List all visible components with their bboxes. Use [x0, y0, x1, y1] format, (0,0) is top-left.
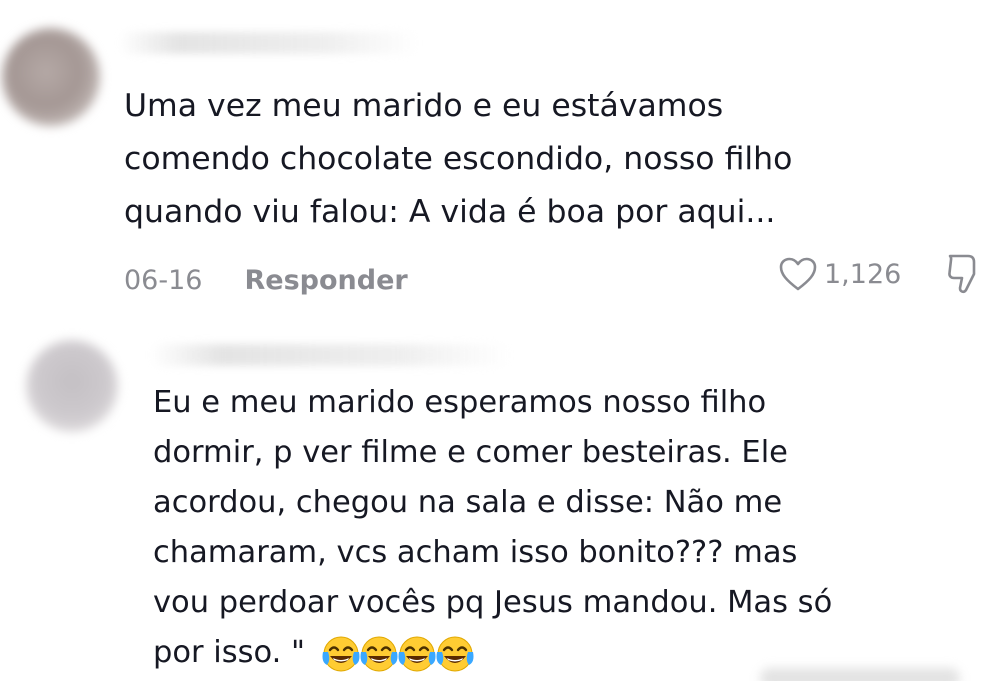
- reply-button[interactable]: Responder: [244, 265, 407, 296]
- like-button[interactable]: 1,126: [778, 252, 901, 296]
- avatar[interactable]: [26, 340, 118, 432]
- like-count: 1,126: [824, 258, 902, 290]
- username-blurred[interactable]: [150, 344, 510, 366]
- emoji-group: [319, 632, 477, 676]
- comment-meta: 06-16 Responder: [124, 258, 408, 302]
- heart-outline-icon: [779, 257, 817, 291]
- comment-date: 06-16: [124, 264, 203, 296]
- comment-text: Uma vez meu marido e eu estávamos comend…: [124, 88, 793, 230]
- next-comment-blurred: [760, 668, 960, 681]
- avatar[interactable]: [2, 28, 100, 126]
- comment-text: Eu e meu marido esperamos nosso filho do…: [153, 378, 973, 678]
- face-with-tears-of-joy-icon: [436, 636, 474, 671]
- username-blurred[interactable]: [118, 32, 418, 54]
- comment-text-body: Eu e meu marido esperamos nosso filho do…: [153, 385, 833, 670]
- comments-screen: Uma vez meu marido e eu estávamos comend…: [0, 0, 984, 681]
- thumbs-down-icon[interactable]: [946, 250, 984, 296]
